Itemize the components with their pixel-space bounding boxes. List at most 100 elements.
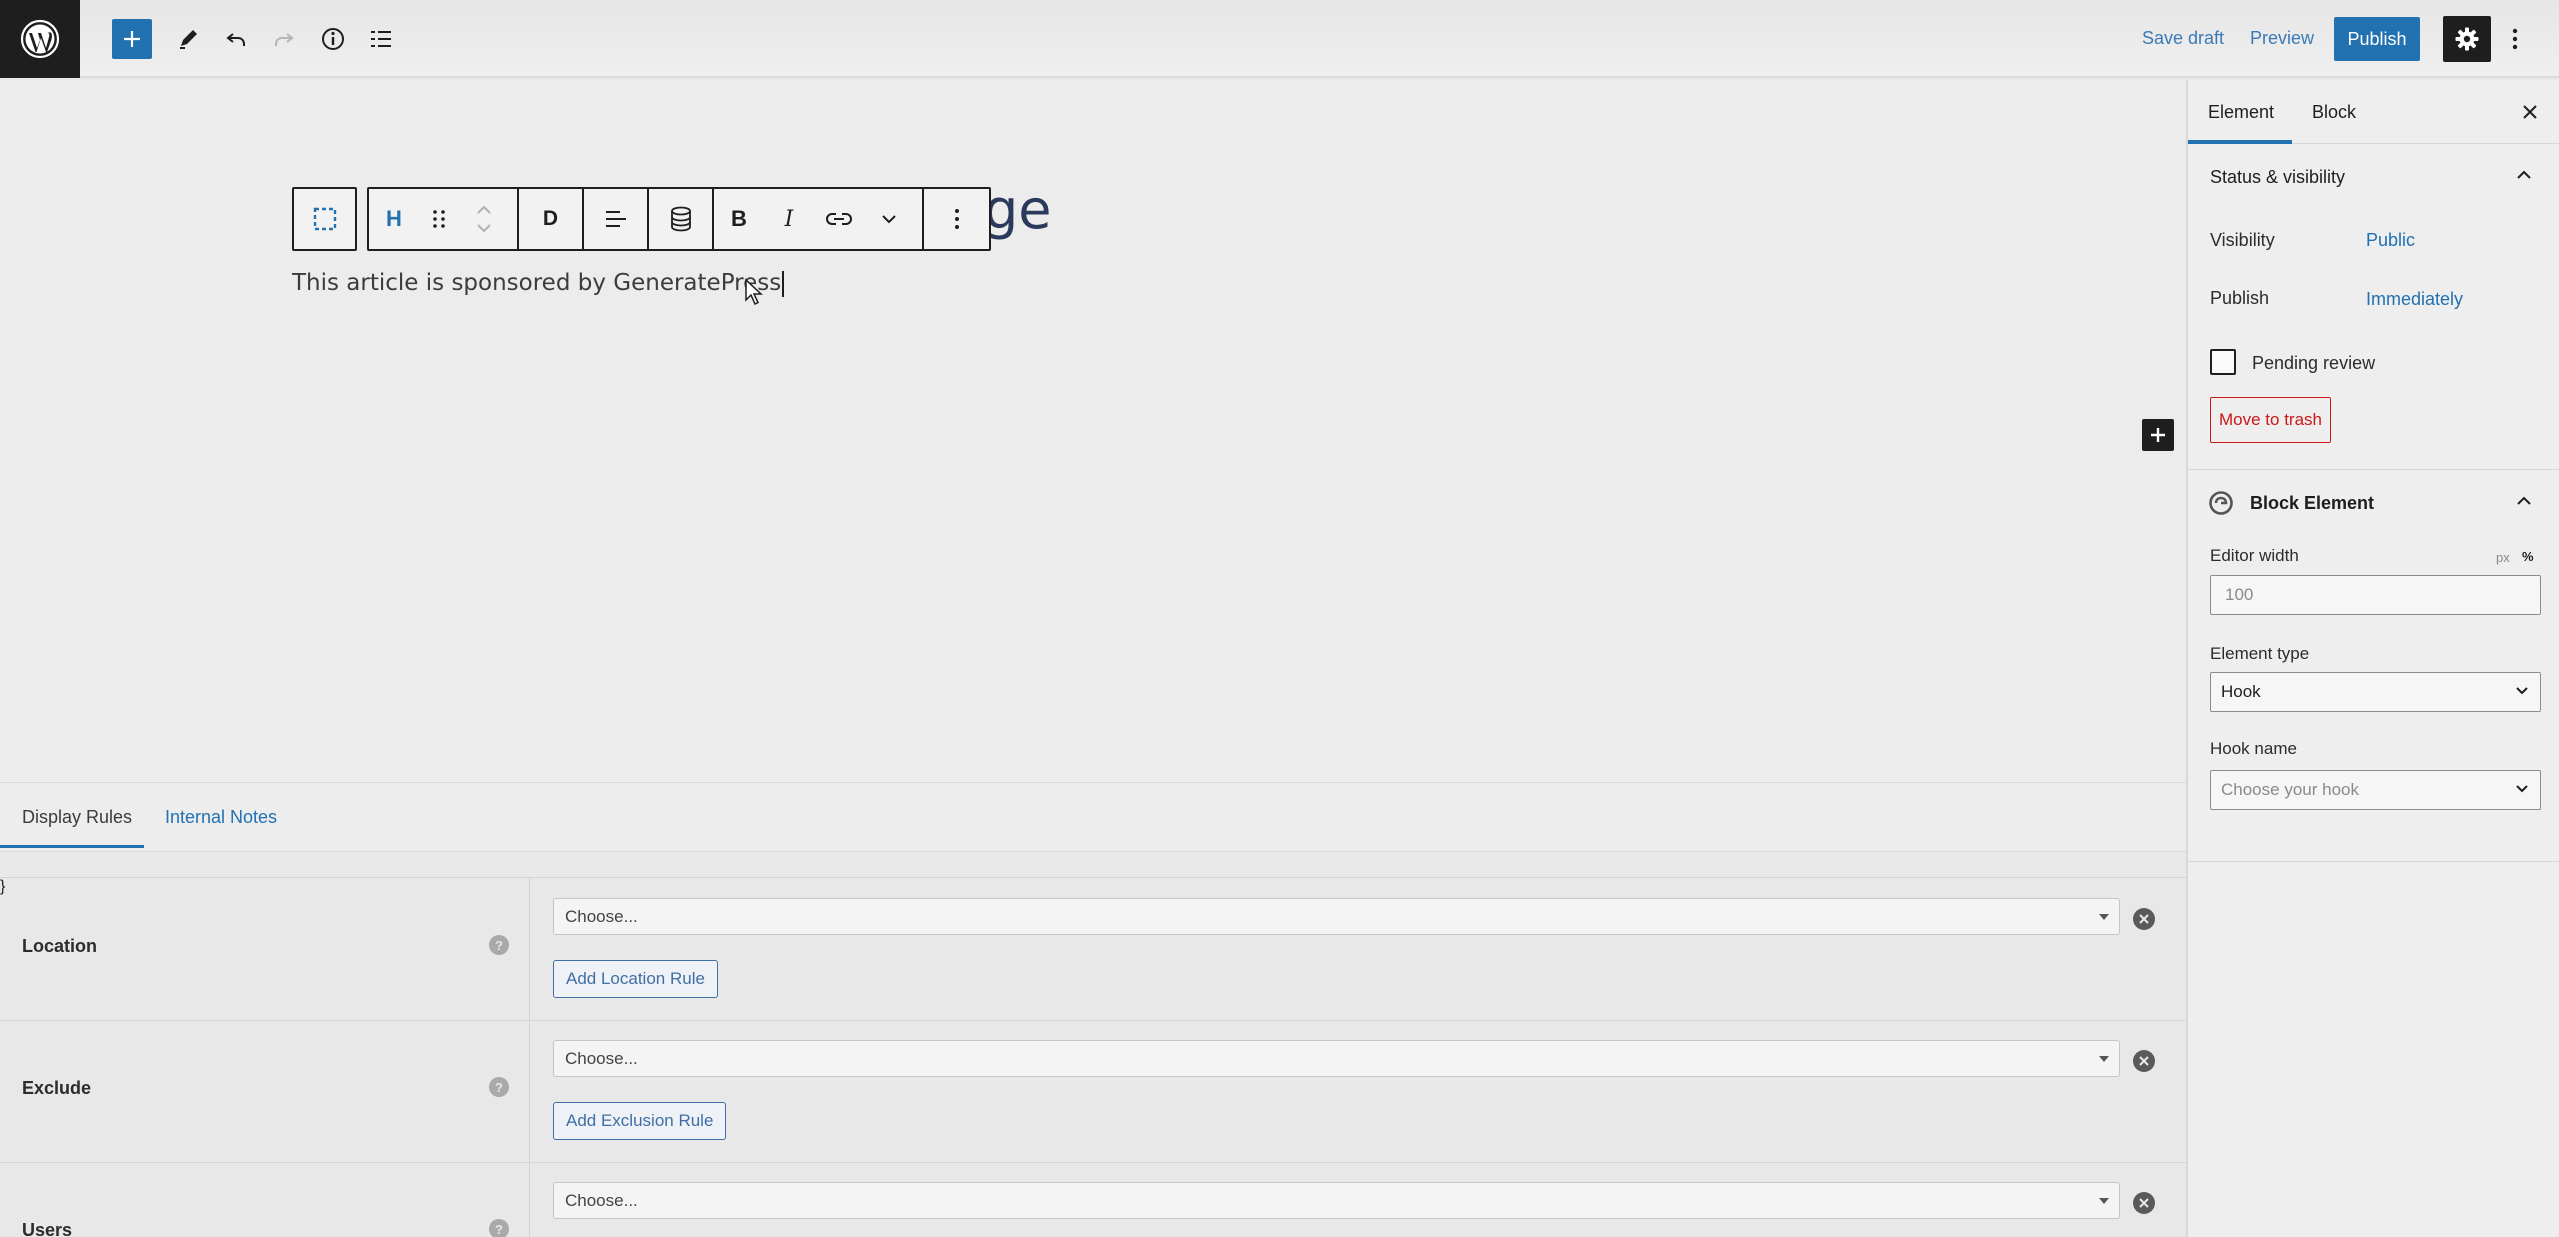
element-meta-tabs: Display Rules Internal Notes <box>0 782 2186 852</box>
plus-icon <box>2151 428 2165 442</box>
redo-button[interactable] <box>264 19 304 59</box>
exclude-rule-row: Exclude ? Choose... Add Exclusion Rule <box>0 1021 2186 1163</box>
format-group: B I <box>714 189 924 249</box>
editor-width-placeholder: 100 <box>2225 585 2254 604</box>
add-location-rule-button[interactable]: Add Location Rule <box>553 960 718 998</box>
post-title[interactable]: ge <box>984 178 1052 241</box>
section-divider <box>2188 469 2559 470</box>
publish-date-value[interactable]: Immediately <box>2366 289 2463 310</box>
details-button[interactable] <box>313 19 353 59</box>
add-exclusion-rule-button[interactable]: Add Exclusion Rule <box>553 1102 727 1140</box>
dynamic-data-button[interactable] <box>649 189 712 249</box>
help-icon[interactable]: ? <box>489 1077 509 1097</box>
more-vertical-icon <box>954 209 959 229</box>
tab-block[interactable]: Block <box>2312 102 2356 123</box>
exclude-select[interactable]: Choose... <box>553 1040 2120 1077</box>
publish-button[interactable]: Publish <box>2334 17 2420 61</box>
heading-block-switcher[interactable]: H <box>369 189 419 249</box>
undo-icon <box>226 33 245 46</box>
settings-sidebar: Element Block Status & visibility Visibi… <box>2186 80 2559 1237</box>
editor-width-label: Editor width <box>2210 546 2299 565</box>
chevron-down-icon <box>882 215 896 224</box>
location-rule-row: Location ? Choose... Add Location Rule } <box>0 878 2186 1021</box>
block-switcher-group: H <box>369 189 519 249</box>
publish-label: Publish <box>2210 288 2270 308</box>
remove-users-rule-button[interactable] <box>2133 1192 2155 1214</box>
rule-divider <box>529 1163 530 1237</box>
element-type-select[interactable]: Hook <box>2210 672 2541 712</box>
pending-review-label: Pending review <box>2252 353 2376 373</box>
link-icon <box>825 213 853 225</box>
users-label: Users <box>22 1220 73 1237</box>
wordpress-logo-button[interactable] <box>0 0 80 78</box>
hook-name-select[interactable]: Choose your hook <box>2210 770 2541 810</box>
tab-element[interactable]: Element <box>2208 102 2274 123</box>
chevron-up-down-icon <box>477 205 491 233</box>
rule-divider <box>529 878 530 1020</box>
undo-button[interactable] <box>216 19 256 59</box>
remove-location-rule-button[interactable] <box>2133 908 2155 930</box>
editor-header: Save draft Preview Publish <box>0 0 2559 78</box>
drag-handle[interactable] <box>419 189 459 249</box>
status-visibility-toggle[interactable]: Status & visibility <box>2188 162 2559 192</box>
options-menu-button[interactable] <box>2500 19 2530 59</box>
pending-review-checkbox[interactable] <box>2210 349 2236 375</box>
editor-width-input[interactable]: 100 <box>2210 575 2541 615</box>
remove-exclude-rule-button[interactable] <box>2133 1050 2155 1072</box>
block-element-toggle[interactable]: Block Element <box>2188 488 2559 518</box>
select-parent-block-button[interactable] <box>292 187 357 251</box>
align-text-button[interactable] <box>584 189 647 249</box>
close-sidebar-button[interactable] <box>2515 97 2545 127</box>
editor-canvas: ge H D B I This article is sponsored by … <box>0 80 2186 782</box>
tab-internal-notes[interactable]: Internal Notes <box>165 807 277 828</box>
save-draft-button[interactable]: Save draft <box>2142 28 2224 49</box>
pencil-icon <box>180 30 197 49</box>
link-button[interactable] <box>814 189 864 249</box>
close-icon <box>2139 1056 2149 1066</box>
move-to-trash-button[interactable]: Move to trash <box>2210 397 2331 443</box>
visibility-label: Visibility <box>2210 230 2275 250</box>
align-left-icon <box>605 211 626 227</box>
help-icon[interactable]: ? <box>489 935 509 955</box>
drag-handle-icon <box>433 210 445 228</box>
list-view-icon <box>371 31 391 47</box>
settings-button[interactable] <box>2443 16 2491 62</box>
bold-button[interactable]: B <box>714 189 764 249</box>
location-select[interactable]: Choose... <box>553 898 2120 935</box>
tab-display-rules[interactable]: Display Rules <box>22 807 132 828</box>
users-select[interactable]: Choose... <box>553 1182 2120 1219</box>
exclude-label: Exclude <box>22 1078 92 1098</box>
dynamic-icon: D <box>542 207 559 230</box>
chevron-up-icon <box>2517 496 2531 505</box>
chevron-down-icon <box>2516 785 2528 793</box>
location-select-value: Choose... <box>565 906 638 926</box>
block-inserter-toggle[interactable] <box>112 19 152 59</box>
block-options-button[interactable] <box>924 189 989 249</box>
options-group <box>924 189 989 249</box>
list-view-button[interactable] <box>361 19 401 59</box>
italic-button[interactable]: I <box>764 189 814 249</box>
hook-name-placeholder: Choose your hook <box>2221 780 2359 799</box>
tools-button[interactable] <box>168 19 208 59</box>
unit-percent-button[interactable]: % <box>2522 549 2534 564</box>
add-block-button[interactable] <box>2142 419 2174 451</box>
move-block-buttons[interactable] <box>459 189 509 249</box>
dynamic-content-button[interactable]: D <box>519 189 582 249</box>
more-rich-text-button[interactable] <box>864 189 914 249</box>
rule-divider <box>529 1021 530 1162</box>
preview-button[interactable]: Preview <box>2250 28 2314 49</box>
status-visibility-title: Status & visibility <box>2210 167 2346 187</box>
mouse-cursor-icon <box>745 278 763 306</box>
paragraph-block[interactable]: This article is sponsored by GeneratePre… <box>292 270 785 297</box>
select-block-icon <box>313 207 336 231</box>
active-tab-indicator <box>0 845 144 848</box>
close-icon <box>2523 105 2537 119</box>
close-icon <box>2139 914 2149 924</box>
caret-down-icon <box>2099 1198 2109 1204</box>
dynamic-content-group: D <box>519 189 584 249</box>
visibility-value[interactable]: Public <box>2366 230 2415 251</box>
help-icon[interactable]: ? <box>489 1219 509 1237</box>
exclude-select-value: Choose... <box>565 1048 638 1068</box>
element-type-value: Hook <box>2221 682 2261 701</box>
unit-px-button[interactable]: px <box>2496 550 2510 565</box>
